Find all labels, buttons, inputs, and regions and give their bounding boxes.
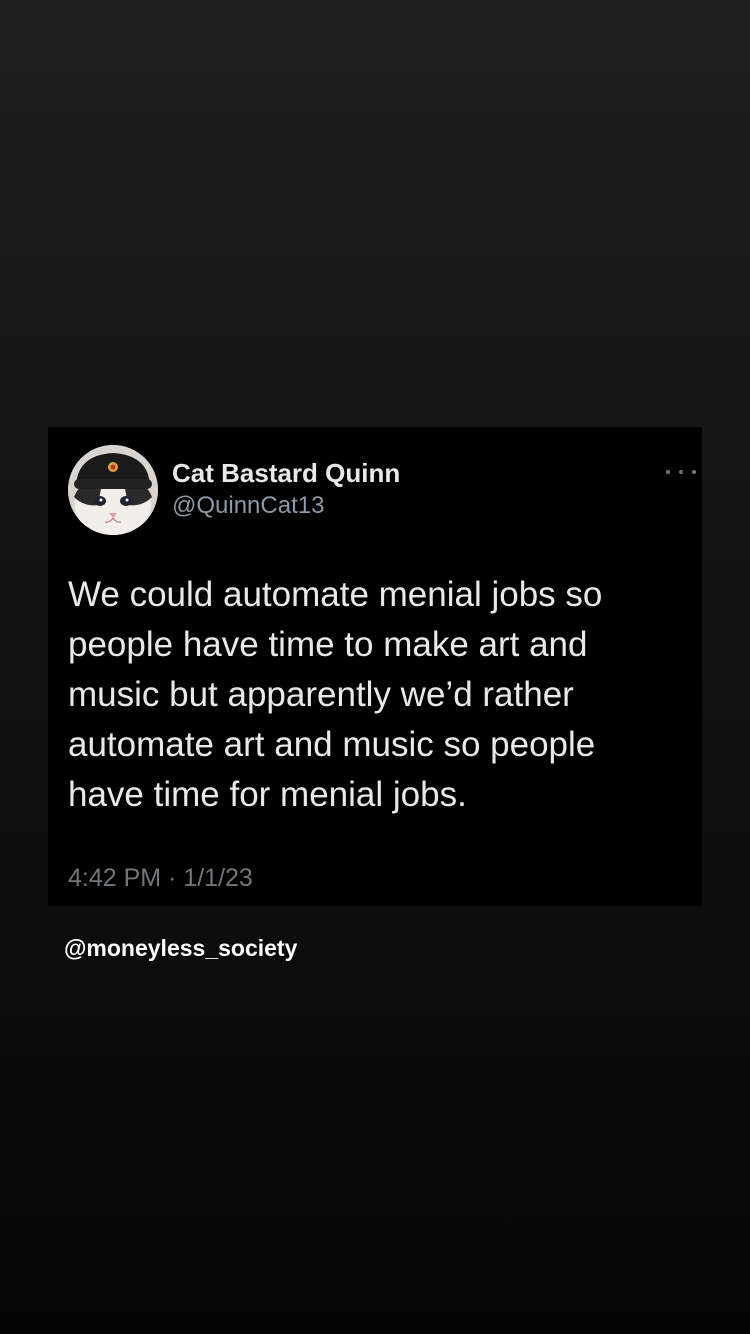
tweet-card: Cat Bastard Quinn @QuinnCat13 We could a… (48, 427, 702, 906)
author-name[interactable]: Cat Bastard Quinn (172, 457, 400, 489)
attribution-handle[interactable]: @moneyless_society (64, 933, 297, 963)
ellipsis-icon (666, 470, 670, 474)
ellipsis-icon (679, 470, 683, 474)
author-avatar[interactable] (68, 445, 158, 535)
author-handle[interactable]: @QuinnCat13 (172, 491, 324, 521)
tweet-text: We could automate menial jobs so people … (68, 575, 603, 814)
tweet-timestamp[interactable]: 4:42 PM · 1/1/23 (68, 862, 253, 894)
ellipsis-icon (692, 470, 696, 474)
story-canvas: Cat Bastard Quinn @QuinnCat13 We could a… (0, 0, 750, 1334)
more-options-button[interactable] (666, 465, 696, 479)
cat-avatar-icon (68, 445, 158, 535)
